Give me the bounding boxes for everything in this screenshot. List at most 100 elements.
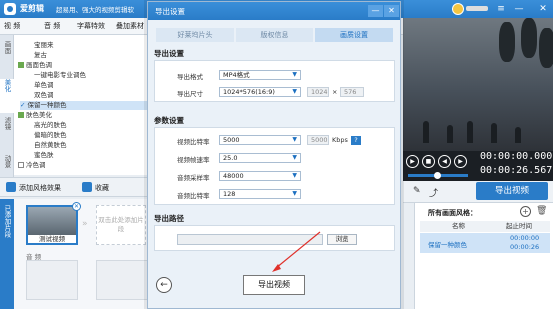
next-frame-icon[interactable]: ▶	[454, 155, 467, 168]
prev-frame-icon[interactable]: ◀	[438, 155, 451, 168]
list-item[interactable]: 偏暗的肤色	[34, 131, 67, 140]
list-item[interactable]: 自然黄肤色	[34, 141, 67, 150]
timeline-side-label: 已添加片段	[0, 199, 14, 309]
timeline-side-text: 已添加片段	[3, 205, 11, 238]
close-icon[interactable]: ✕	[72, 202, 81, 211]
account-bar[interactable]	[466, 6, 488, 11]
preview-scene	[539, 28, 553, 68]
export-settings-dialog: 导出设置 — ✕ 好莱坞片头 版权信息 画质设置 导出设置 导出格式 MP4格式…	[147, 1, 401, 309]
list-group[interactable]: 肤色美化	[18, 111, 52, 120]
video-preview[interactable]	[403, 18, 553, 151]
share-icon[interactable]: ⤴	[429, 186, 438, 199]
style-panel-title: 所有画面风格：	[428, 209, 477, 217]
column-name: 名称	[452, 222, 465, 230]
list-group[interactable]: 画面色调	[18, 61, 52, 70]
list-item-label: 偏暗的肤色	[34, 131, 67, 139]
chevron-right-icon: »	[82, 219, 88, 229]
menu-audio[interactable]: 音 频	[44, 21, 60, 31]
app-name: 爱剪辑	[20, 4, 44, 13]
favorite-icon	[82, 182, 92, 192]
list-item[interactable]: 宝丽来	[34, 41, 54, 50]
list-item-label: 一键电影专业调色	[34, 71, 86, 79]
list-group-label: 肤色美化	[26, 111, 52, 119]
list-item-selected[interactable]: ✓ 保留一种颜色	[20, 101, 148, 110]
preview-scene	[521, 18, 537, 58]
preview-scene	[423, 121, 429, 143]
check-icon: ✓	[20, 101, 26, 109]
add-effect-button[interactable]: 添加风格效果	[6, 182, 61, 194]
list-item[interactable]: 复古	[34, 51, 47, 60]
list-item-label: 保留一种颜色	[27, 101, 67, 109]
list-item-label: 双色调	[34, 91, 54, 99]
add-effect-label: 添加风格效果	[19, 184, 61, 192]
list-item-label: 蜜色肤	[34, 151, 54, 159]
tab-beautify-label: 美化	[3, 79, 11, 92]
tab-beautify[interactable]: 美化	[0, 79, 14, 113]
close-icon[interactable]: ✕	[536, 2, 550, 16]
preview-scene	[515, 127, 521, 143]
list-item[interactable]: 一键电影专业调色	[34, 71, 86, 80]
expand-icon[interactable]	[18, 112, 24, 118]
tab-filter[interactable]: 滤镜	[0, 117, 14, 151]
list-item[interactable]: 双色调	[34, 91, 54, 100]
list-group-label: 冷色调	[26, 161, 46, 169]
clip-thumbnail	[28, 207, 76, 235]
annotation-arrow-icon	[272, 231, 321, 272]
style-end: 00:00:26	[510, 243, 540, 251]
export-video-button[interactable]: 导出视频	[476, 182, 548, 200]
tab-picture-label: 画面	[3, 41, 11, 54]
list-group[interactable]: 冷色调	[18, 161, 46, 170]
play-icon[interactable]: ▶	[406, 155, 419, 168]
add-effect-icon	[6, 182, 16, 192]
preview-scene	[499, 22, 515, 62]
menu-video[interactable]: 视 频	[4, 21, 20, 31]
list-item[interactable]: 蜜色肤	[34, 151, 54, 160]
app-logo-icon	[4, 3, 16, 15]
tab-filter-label: 滤镜	[3, 117, 11, 130]
audio-clip-slot[interactable]	[26, 260, 78, 300]
volume-handle[interactable]	[434, 172, 441, 179]
list-item-label: 单色调	[34, 81, 54, 89]
style-start: 00:00:00	[510, 234, 540, 242]
timeline: 测试视频 ✕ » 双击此处添加片段 音 频	[14, 199, 150, 309]
preview-scene	[447, 125, 453, 143]
preview-scene	[491, 123, 497, 143]
trash-icon[interactable]: 🗑	[536, 206, 547, 216]
avatar[interactable]	[452, 3, 464, 15]
video-clip[interactable]: 测试视频 ✕	[26, 202, 81, 245]
list-item[interactable]: 单色调	[34, 81, 54, 90]
list-item-label: 复古	[34, 51, 47, 59]
effect-toolbar: 添加风格效果 收藏	[0, 177, 150, 197]
menu-icon[interactable]: ≡	[494, 2, 508, 16]
table-row[interactable]: 保留一种颜色 00:00:00 00:00:26	[420, 233, 550, 253]
current-time: 00:00:00.000	[480, 151, 553, 162]
style-panel	[414, 203, 553, 309]
edit-icon[interactable]: ✎	[413, 186, 421, 196]
total-time: 00:00:26.567	[480, 165, 553, 176]
clip-label: 测试视频	[28, 235, 76, 243]
tab-motion-label: 动景	[3, 155, 11, 168]
favorite-label: 收藏	[95, 184, 109, 192]
favorite-button[interactable]: 收藏	[82, 182, 109, 194]
style-name: 保留一种颜色	[428, 241, 467, 249]
effect-list: 宝丽来 复古 画面色调 一键电影专业调色 单色调 双色调 ✓ 保留一种颜色 肤色美…	[14, 35, 150, 175]
stop-icon[interactable]: ■	[422, 155, 435, 168]
audio-clip-slot[interactable]	[96, 260, 148, 300]
export-video-label: 导出视频	[494, 186, 529, 196]
add-clip-dropzone[interactable]: 双击此处添加片段	[96, 205, 146, 245]
list-item[interactable]: 高光的肤色	[34, 121, 67, 130]
expand-icon[interactable]	[18, 62, 24, 68]
list-item-label: 宝丽来	[34, 41, 54, 49]
menu-subtitle-effects[interactable]: 字幕特效	[77, 21, 105, 31]
vertical-tabs: 画面 美化 滤镜 动景	[0, 35, 14, 197]
tab-picture[interactable]: 画面	[0, 41, 14, 75]
list-item-label: 高光的肤色	[34, 121, 67, 129]
list-group-label: 画面色调	[26, 61, 52, 69]
minimize-icon[interactable]: —	[512, 2, 526, 16]
column-time: 起止时间	[506, 222, 532, 230]
style-table-header: 名称 起止时间	[420, 221, 550, 232]
menu-overlay[interactable]: 叠加素材	[116, 21, 144, 31]
app-slogan: 超易用、强大的视频剪辑软	[56, 6, 134, 14]
add-icon[interactable]: +	[520, 206, 531, 217]
collapse-icon[interactable]	[18, 162, 24, 168]
